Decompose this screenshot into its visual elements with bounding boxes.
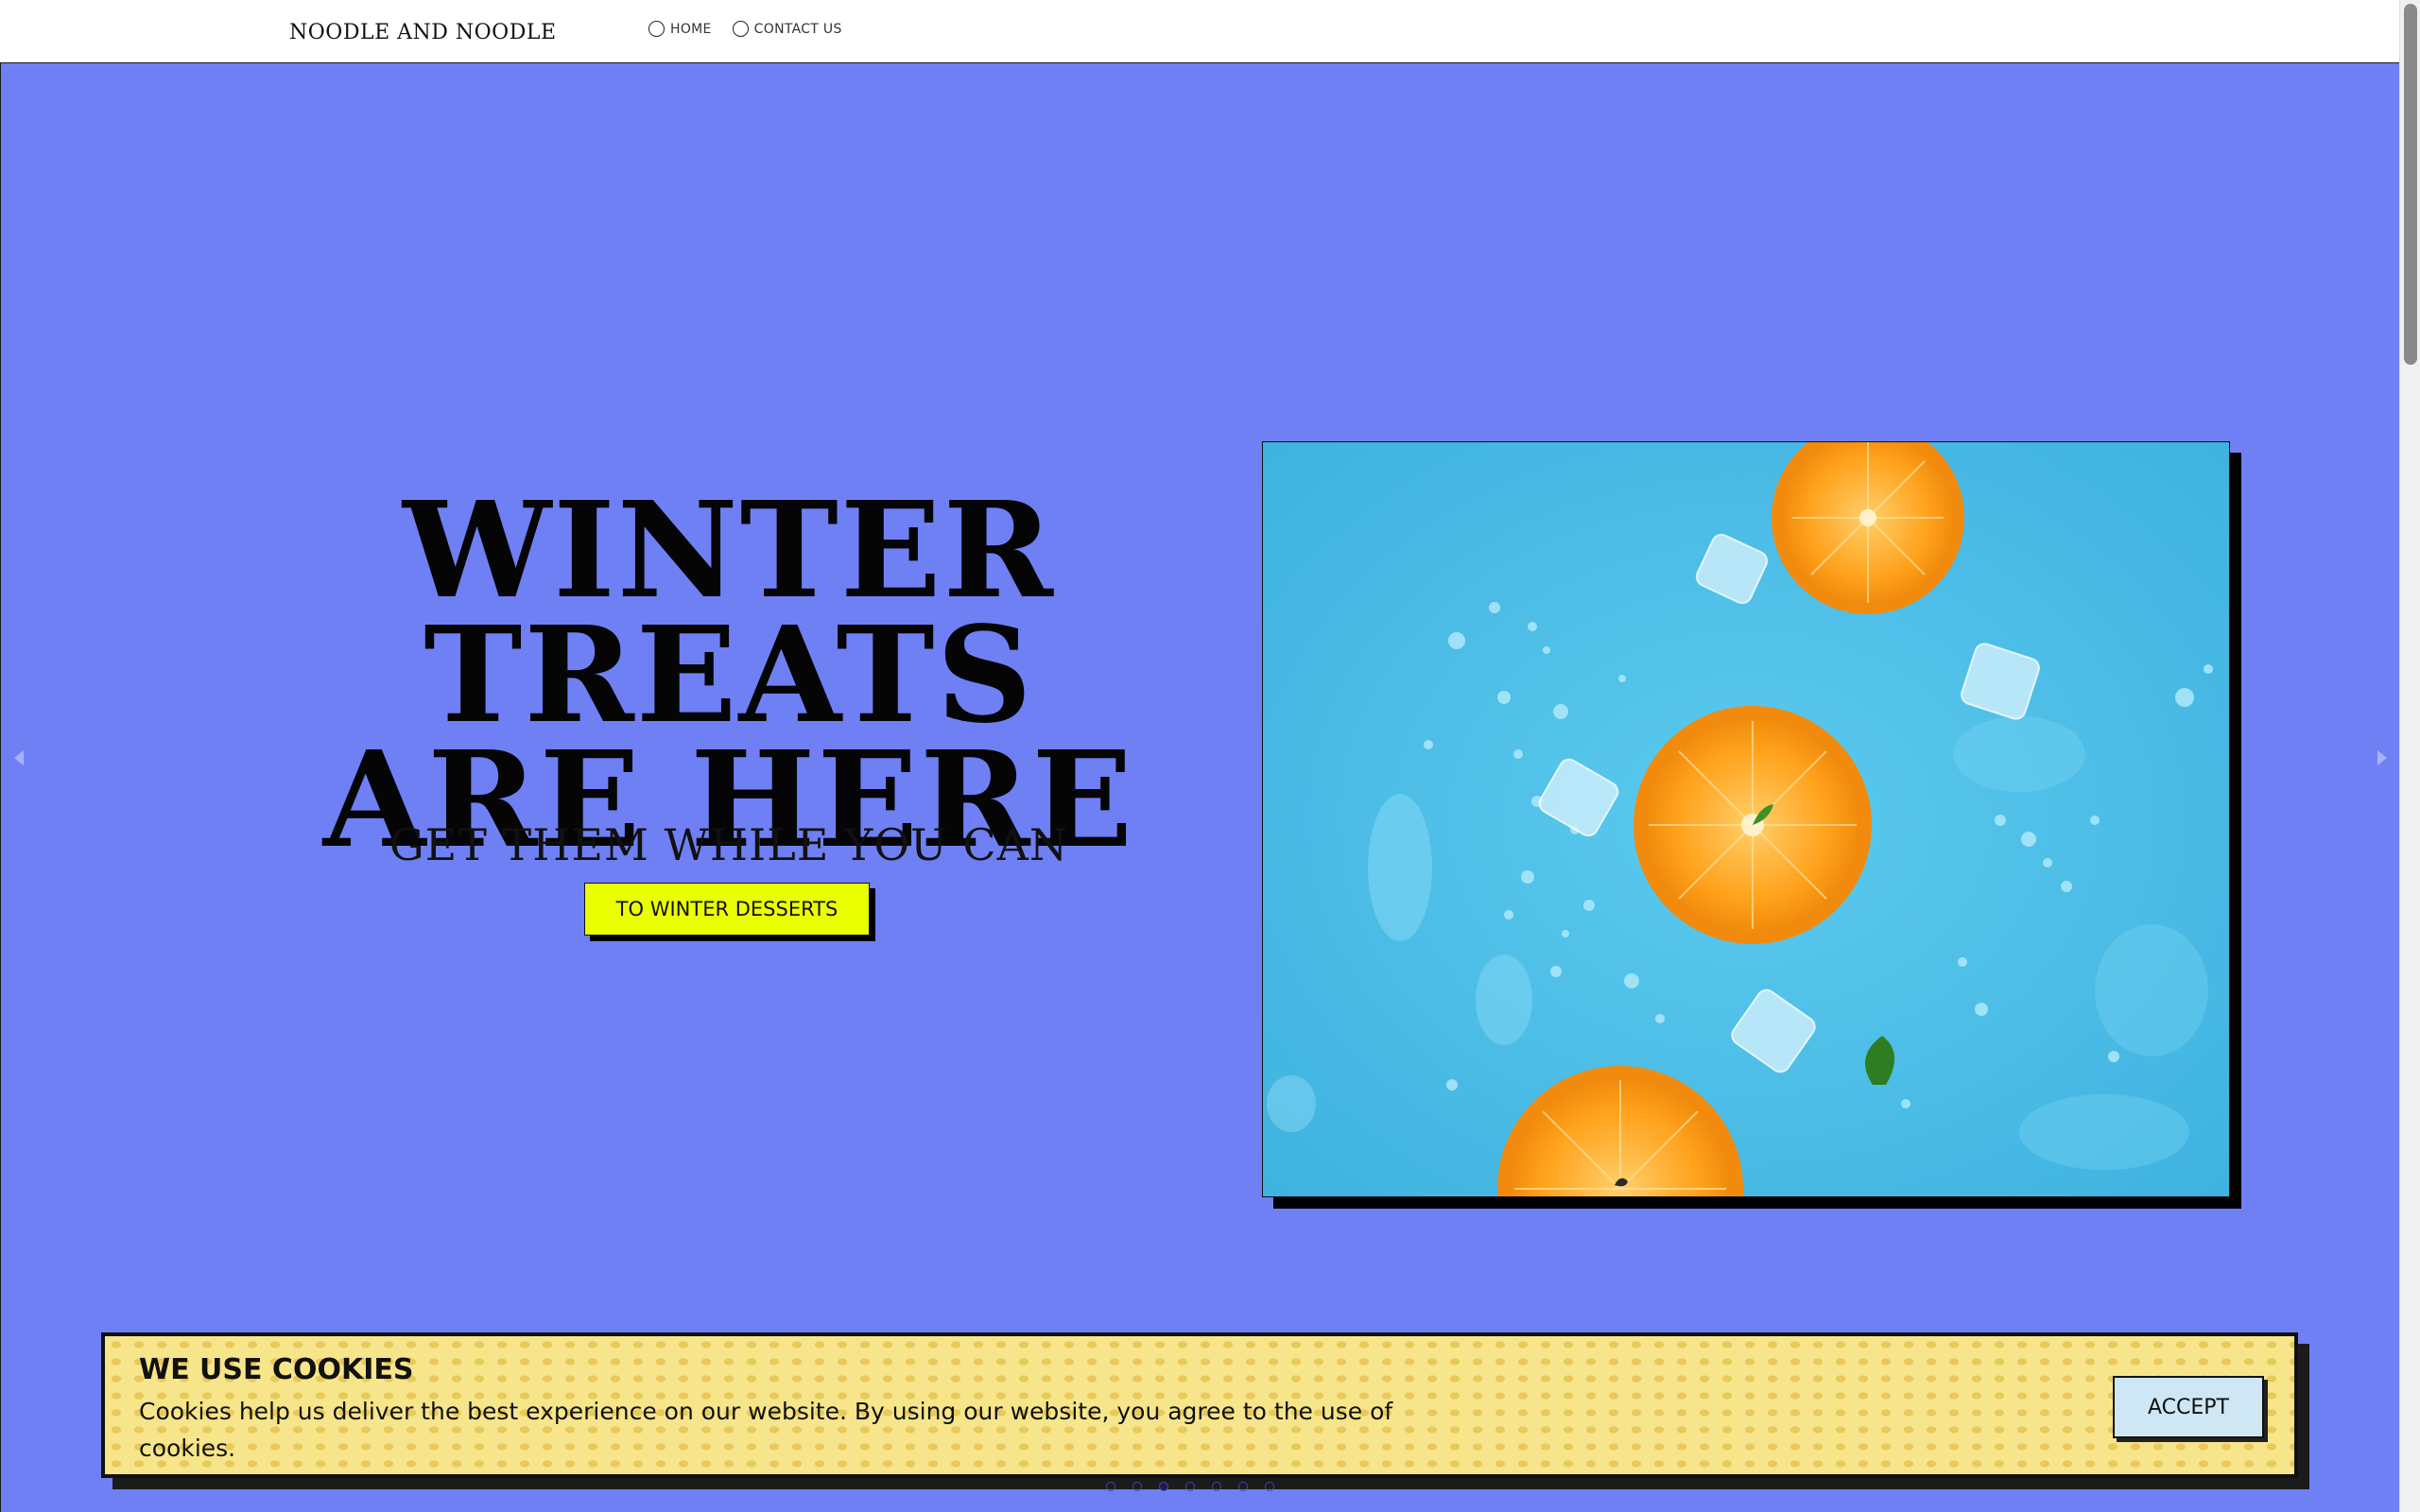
scrollbar-thumb[interactable] (2404, 4, 2417, 365)
carousel-dot[interactable] (1238, 1482, 1248, 1491)
carousel-dot[interactable] (1185, 1482, 1195, 1491)
nav-label-home: HOME (670, 21, 712, 37)
nav-item-home[interactable]: HOME (648, 21, 712, 37)
hero-slider: WINTER TREATS ARE HERE GET THEM WHILE YO… (0, 63, 2399, 1512)
hero-subheading: GET THEM WHILE YOU CAN (389, 819, 1069, 870)
nav-item-contact-us[interactable]: CONTACT US (732, 21, 842, 37)
cookie-title: WE USE COOKIES (139, 1353, 414, 1386)
oranges-ice-illustration (1263, 442, 2229, 1196)
brand-logo[interactable]: NOODLE AND NOODLE (289, 21, 557, 44)
carousel-dot[interactable] (1212, 1482, 1221, 1491)
slider-prev-button[interactable] (7, 744, 31, 772)
circle-icon (732, 21, 749, 37)
carousel-dot[interactable] (1106, 1482, 1115, 1491)
hero-headline-line-1: WINTER TREATS (403, 473, 1055, 753)
cookie-banner: WE USE COOKIES Cookies help us deliver t… (101, 1332, 2298, 1478)
hero-image (1262, 441, 2230, 1197)
cookie-message: Cookies help us deliver the best experie… (139, 1398, 1393, 1462)
slider-next-button[interactable] (2370, 744, 2394, 772)
chevron-left-icon (14, 750, 24, 765)
hero-headline: WINTER TREATS ARE HERE (95, 473, 1362, 867)
carousel-dot[interactable] (1265, 1482, 1274, 1491)
site-header: NOODLE AND NOODLE HOME CONTACT US (0, 0, 2399, 63)
carousel-dots (1106, 1482, 1274, 1491)
winter-desserts-button[interactable]: TO WINTER DESSERTS (584, 883, 870, 936)
nav-label-contact-us: CONTACT US (753, 21, 842, 37)
carousel-dot-active[interactable] (1159, 1482, 1168, 1491)
chevron-right-icon (2377, 750, 2387, 765)
accept-cookies-button[interactable]: ACCEPT (2113, 1376, 2264, 1438)
carousel-dot[interactable] (1132, 1482, 1142, 1491)
circle-icon (648, 21, 665, 37)
main-nav: HOME CONTACT US (648, 21, 842, 37)
page-scrollbar[interactable] (2399, 0, 2420, 1512)
